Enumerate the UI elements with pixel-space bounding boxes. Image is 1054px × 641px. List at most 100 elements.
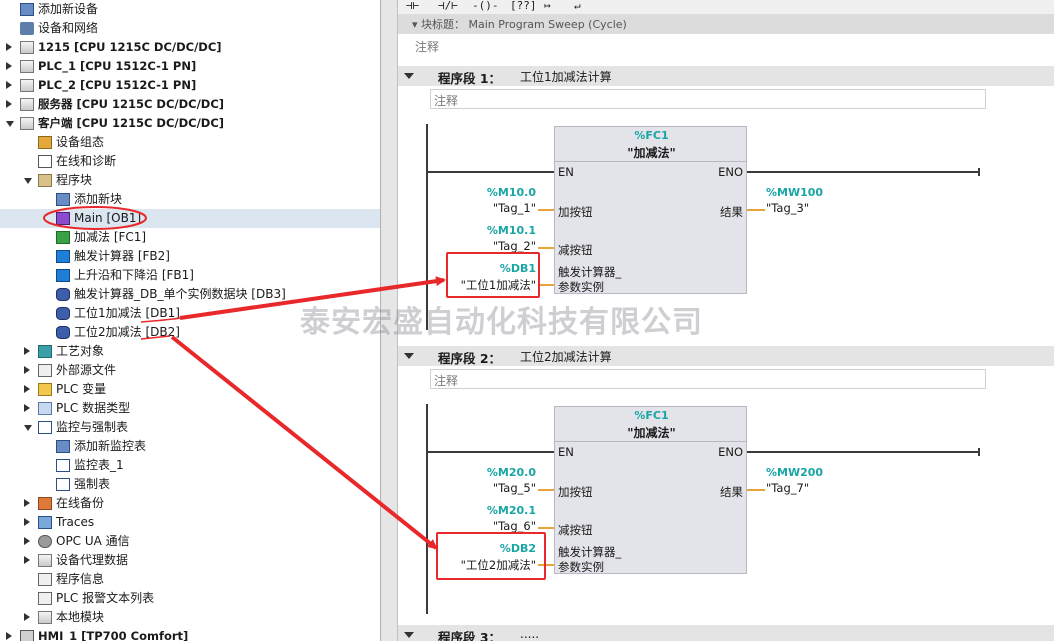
tree-item[interactable]: 工艺对象 [0,342,380,361]
collapsed-toggle-icon[interactable] [6,100,12,108]
expanded-toggle-icon[interactable] [24,178,32,184]
tree-item-label: 外部源文件 [56,363,117,377]
segment-2-comment-text: 注释 [434,374,459,388]
segment-3-header[interactable]: 程序段 3： ..... [398,625,1054,641]
in2-tag[interactable]: "Tag_2" [493,239,536,253]
tree-item[interactable]: PLC 变量 [0,380,380,399]
expanded-toggle-icon[interactable] [6,121,14,127]
collapsed-toggle-icon[interactable] [24,537,30,545]
watermark: 泰安宏盛自动化科技有限公司 [300,305,703,340]
cpu-icon [20,98,34,111]
tree-item[interactable]: 添加新块 [0,190,380,209]
db-icon [56,326,70,339]
in2-address[interactable]: %M20.1 [487,504,536,517]
block-header-separator [555,441,746,442]
in1-tag[interactable]: "Tag_5" [493,481,536,495]
watch-table-icon [56,459,70,472]
in1-tag[interactable]: "Tag_1" [493,201,536,215]
ladder-toolbar: ⊣⊢ ⊣/⊢ -()- [??] ↦ ↵ [398,0,1054,14]
segment-1-comment[interactable]: 注释 [430,89,986,109]
tree-item[interactable]: 监控表_1 [0,456,380,475]
out-tag[interactable]: "Tag_3" [766,201,809,215]
force-table-icon [56,478,70,491]
empty-box-icon[interactable]: [??] [510,0,537,12]
collapsed-toggle-icon[interactable] [6,81,12,89]
collapse-icon[interactable] [404,73,414,79]
collapsed-toggle-icon[interactable] [24,347,30,355]
segment-2-comment[interactable]: 注释 [430,369,986,389]
tree-item[interactable]: 加减法 [FC1] [0,228,380,247]
open-branch-icon[interactable]: ↦ [544,0,551,12]
fc-name: "加减法" [627,146,676,160]
pin-add-button: 加按钮 [558,485,593,499]
collapsed-toggle-icon[interactable] [24,518,30,526]
tree-item-label: OPC UA 通信 [56,534,130,548]
coil-icon[interactable]: -()- [472,0,499,12]
collapsed-toggle-icon[interactable] [6,62,12,70]
normally-open-contact-icon[interactable]: ⊣⊢ [406,0,419,12]
tree-item[interactable]: 监控与强制表 [0,418,380,437]
tree-item[interactable]: 1215 [CPU 1215C DC/DC/DC] [0,38,380,57]
tree-item[interactable]: 程序信息 [0,570,380,589]
collapsed-toggle-icon[interactable] [24,613,30,621]
out-tag[interactable]: "Tag_7" [766,481,809,495]
collapsed-toggle-icon[interactable] [24,404,30,412]
tree-item[interactable]: 上升沿和下降沿 [FB1] [0,266,380,285]
tree-item[interactable]: PLC 数据类型 [0,399,380,418]
tree-item[interactable]: 设备代理数据 [0,551,380,570]
block-comment-text: 注释 [415,40,440,54]
segment-2-header[interactable]: 程序段 2： 工位2加减法计算 [398,346,1054,366]
collapsed-toggle-icon[interactable] [6,43,12,51]
collapse-icon[interactable] [404,632,414,638]
tree-item[interactable]: 触发计算器 [FB2] [0,247,380,266]
fc-icon [56,231,70,244]
in2-address[interactable]: %M10.1 [487,224,536,237]
collapsed-toggle-icon[interactable] [24,366,30,374]
tree-item[interactable]: 添加新监控表 [0,437,380,456]
collapsed-toggle-icon[interactable] [24,499,30,507]
pin-en: EN [558,165,574,179]
collapsed-toggle-icon[interactable] [24,385,30,393]
pin-instance-2: 参数实例 [558,560,604,574]
close-branch-icon[interactable]: ↵ [574,0,581,12]
fc-call-box[interactable]: %FC1 "加减法" EN ENO 加按钮 结果 减按钮 触发计算器_ 参数实例 [554,406,747,574]
normally-closed-contact-icon[interactable]: ⊣/⊢ [438,0,458,12]
tree-item-label: 设备代理数据 [56,553,129,567]
tree-item[interactable]: PLC 报警文本列表 [0,589,380,608]
tree-item-label: 监控与强制表 [56,420,129,434]
in1-address[interactable]: %M10.0 [487,186,536,199]
block-header-separator [555,161,746,162]
tree-item[interactable]: Main [OB1] [0,209,380,228]
tree-item[interactable]: PLC_1 [CPU 1512C-1 PN] [0,57,380,76]
tree-item[interactable]: 程序块 [0,171,380,190]
tree-item[interactable]: 设备组态 [0,133,380,152]
tree-item[interactable]: Traces [0,513,380,532]
segment-1-header[interactable]: 程序段 1： 工位1加减法计算 [398,66,1054,86]
tree-item[interactable]: OPC UA 通信 [0,532,380,551]
tree-item[interactable]: 在线备份 [0,494,380,513]
tree-item[interactable]: 在线和诊断 [0,152,380,171]
tree-item[interactable]: 添加新设备 [0,0,380,19]
wire-end [978,448,980,456]
tree-item[interactable]: HMI_1 [TP700 Comfort] [0,627,380,641]
collapsed-toggle-icon[interactable] [6,632,12,640]
out-address[interactable]: %MW200 [766,466,823,479]
tree-item[interactable]: 本地模块 [0,608,380,627]
technology-objects-icon [38,345,52,358]
tree-item[interactable]: 外部源文件 [0,361,380,380]
collapse-icon[interactable] [404,353,414,359]
out-address[interactable]: %MW100 [766,186,823,199]
tree-item[interactable]: 强制表 [0,475,380,494]
in1-address[interactable]: %M20.0 [487,466,536,479]
block-comment[interactable]: 注释 [412,36,1054,56]
tree-item[interactable]: 设备和网络 [0,19,380,38]
fc-call-box[interactable]: %FC1 "加减法" EN ENO 加按钮 结果 减按钮 触发计算器_ 参数实例 [554,126,747,294]
collapsed-toggle-icon[interactable] [24,556,30,564]
tree-item[interactable]: 客户端 [CPU 1215C DC/DC/DC] [0,114,380,133]
tree-item[interactable]: 服务器 [CPU 1215C DC/DC/DC] [0,95,380,114]
tree-item-label: 工位2加减法 [DB2] [74,325,180,339]
tree-item[interactable]: PLC_2 [CPU 1512C-1 PN] [0,76,380,95]
pin-instance-1: 触发计算器_ [558,265,622,279]
in2-tag[interactable]: "Tag_6" [493,519,536,533]
expanded-toggle-icon[interactable] [24,425,32,431]
